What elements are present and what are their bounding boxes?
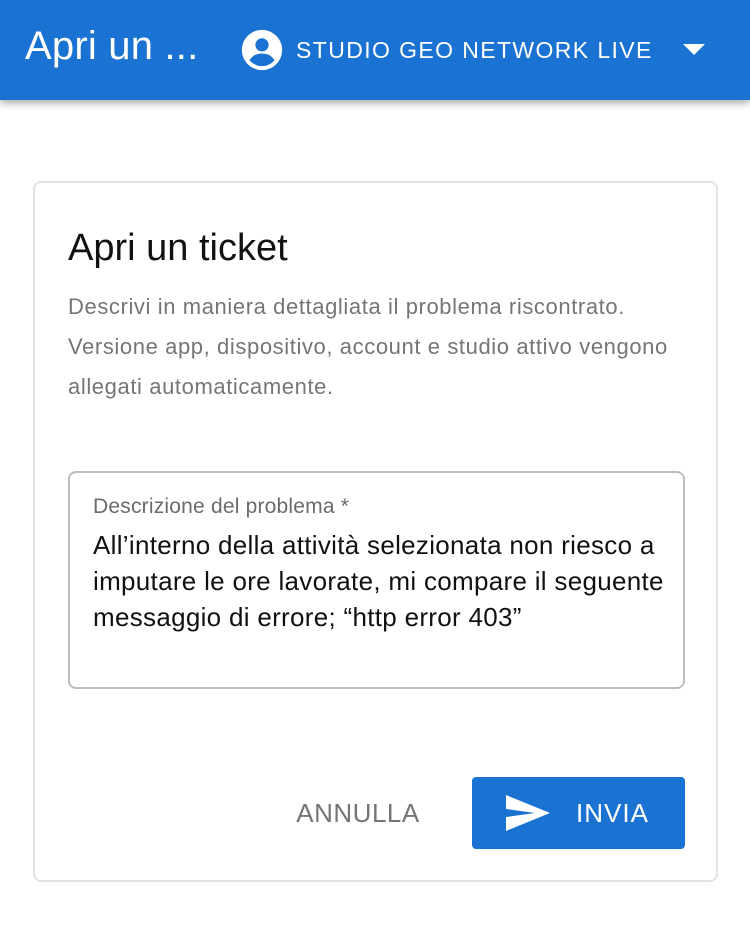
studio-selector[interactable]: STUDIO GEO NETWORK LIVE [240,26,653,74]
account-circle-icon [241,29,283,71]
ticket-card: Apri un ticket Descrivi in maniera detta… [33,181,718,882]
arrow-drop-down-icon[interactable] [683,44,705,56]
page-title: Apri un ... [25,24,199,68]
app-bar: Apri un ... STUDIO GEO NETWORK LIVE [0,0,750,100]
problem-description-input[interactable]: All’interno della attività selezionata n… [93,527,673,635]
card-description: Descrivi in maniera dettagliata il probl… [68,294,668,399]
send-button[interactable]: INVIA [472,777,685,849]
send-button-label: INVIA [576,798,649,828]
send-icon [506,795,550,831]
cancel-button[interactable]: ANNULLA [275,777,441,849]
field-label: Descrizione del problema * [93,495,350,518]
card-title: Apri un ticket [68,227,288,269]
studio-name: STUDIO GEO NETWORK LIVE [296,36,653,63]
problem-description-field[interactable]: Descrizione del problema * All’interno d… [68,471,685,689]
